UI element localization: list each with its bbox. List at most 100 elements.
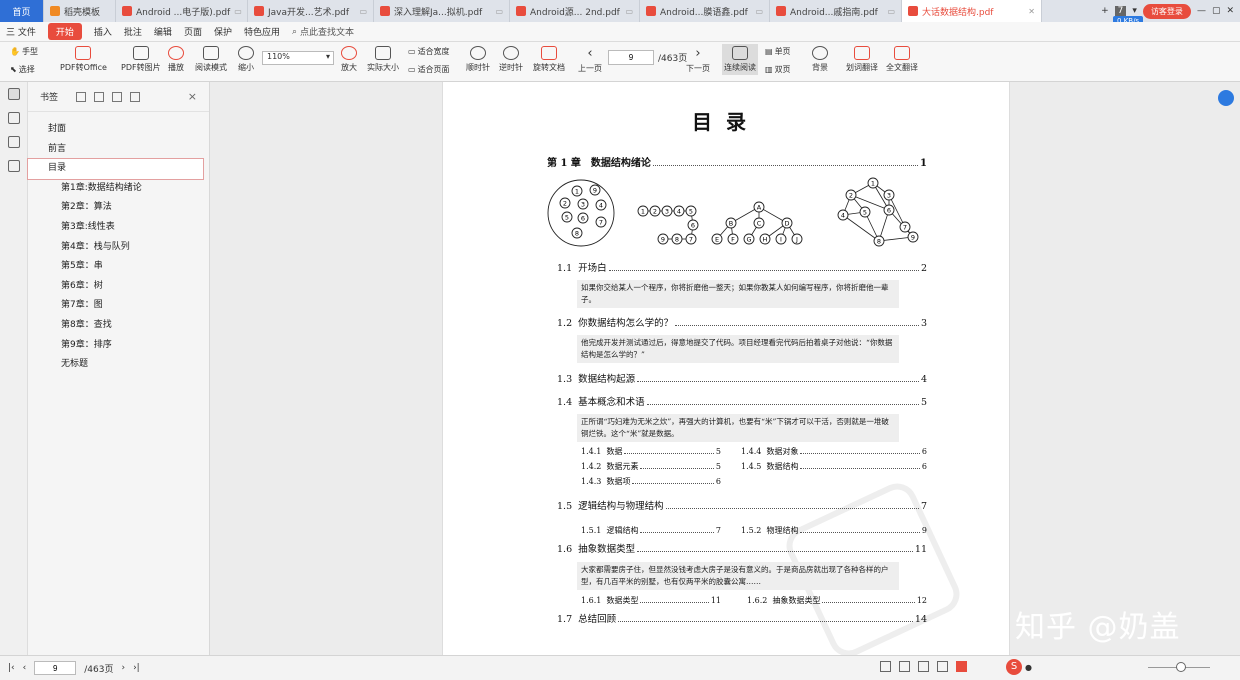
toc-sub-1-4-5[interactable]: 1.4.5 数据结构 6 (741, 461, 927, 472)
line-translate-button[interactable]: 划词翻译 (846, 46, 878, 73)
select-tool-button[interactable]: ⬉ 选择 (10, 64, 35, 75)
menu-annotate[interactable]: 批注 (124, 25, 142, 38)
prev-page-icon[interactable]: ‹ (23, 663, 27, 673)
tab-close-icon[interactable]: ▭ (234, 7, 242, 16)
bookmark-item[interactable]: 第1章:数据结构绪论 (28, 179, 209, 199)
toc-section-1-7[interactable]: 1.7 总结回顾 14 (557, 611, 927, 625)
play-view-icon[interactable] (956, 661, 967, 672)
toc-sub-1-4-2[interactable]: 1.4.2 数据元素 5 (581, 461, 721, 472)
bookmark-add-icon[interactable] (76, 91, 87, 102)
bookmark-item[interactable]: 封面 (28, 120, 209, 140)
attachment-icon[interactable] (7, 160, 20, 172)
actual-size-button[interactable]: 实际大小 (367, 46, 399, 73)
bookmark-item[interactable]: 第8章：查找 (28, 316, 209, 336)
close-window-icon[interactable]: ✕ (1226, 6, 1234, 16)
toc-sub-1-6-2[interactable]: 1.6.2 抽象数据类型 12 (747, 595, 927, 606)
assistant-float-icon[interactable] (1218, 90, 1234, 106)
bookmark-item[interactable]: 第4章：栈与队列 (28, 238, 209, 258)
tab-7[interactable]: Android...戚指南.pdf ▭ (770, 0, 902, 22)
toc-section-1-6[interactable]: 1.6 抽象数据类型 11 (557, 541, 927, 555)
bookmark-item[interactable]: 第6章：树 (28, 277, 209, 297)
fit-page-button[interactable]: ▭ 适合页面 (408, 64, 450, 75)
bookmark-settings-icon[interactable] (130, 91, 141, 102)
tab-2[interactable]: Android ...电子版).pdf ▭ (116, 0, 248, 22)
single-page-button[interactable]: ▤ 单页 (765, 46, 791, 57)
shrink-button[interactable]: 缩小 (238, 46, 254, 73)
sogou-icon[interactable]: S (1006, 659, 1022, 675)
menu-start[interactable]: 开始 (47, 23, 82, 40)
toc-sub-1-5-2[interactable]: 1.5.2 物理结构 9 (741, 525, 927, 536)
ime-mic-icon[interactable]: ● (1025, 663, 1032, 672)
page-number-input[interactable] (608, 50, 654, 65)
next-page-icon[interactable]: › (121, 663, 125, 673)
pdf-to-image-button[interactable]: PDF转图片 (121, 46, 161, 73)
toc-sub-1-4-4[interactable]: 1.4.4 数据对象 6 (741, 446, 927, 457)
bookmark-item[interactable]: 第9章：排序 (28, 336, 209, 356)
bookmark-collapse-icon[interactable] (112, 91, 123, 102)
menu-file[interactable]: 三 文件 (6, 25, 36, 38)
visitor-login-button[interactable]: 访客登录 (1142, 3, 1191, 19)
toc-section-1-1[interactable]: 1.1 开场白 2 (557, 260, 927, 274)
status-page-input[interactable] (34, 661, 77, 675)
book-view-icon[interactable] (937, 661, 948, 672)
rotate-cw-button[interactable]: 顺时针 (466, 46, 490, 73)
bookmark-item[interactable]: 第2章：算法 (28, 198, 209, 218)
background-button[interactable]: 背景 (812, 46, 828, 73)
next-page-button[interactable]: › 下一页 (686, 46, 710, 74)
toc-section-1-4[interactable]: 1.4 基本概念和术语 5 (557, 394, 927, 408)
menu-insert[interactable]: 插入 (94, 25, 112, 38)
tab-close-icon[interactable]: ✕ (1028, 7, 1035, 16)
tab-close-icon[interactable]: ▭ (359, 7, 367, 16)
thumbnail-icon[interactable] (7, 112, 20, 124)
menu-protect[interactable]: 保护 (214, 25, 232, 38)
menu-page[interactable]: 页面 (184, 25, 202, 38)
annotation-icon[interactable] (7, 136, 20, 148)
bookmark-item[interactable]: 前言 (28, 140, 209, 160)
bookmark-item[interactable]: 目录 (27, 158, 204, 180)
rotate-doc-button[interactable]: 旋转文档 (533, 46, 565, 73)
bookmark-item[interactable]: 第3章:线性表 (28, 218, 209, 238)
rotate-ccw-button[interactable]: 逆时针 (499, 46, 523, 73)
read-mode-button[interactable]: 阅读模式 (195, 46, 227, 73)
double-page-button[interactable]: ▥ 双页 (765, 64, 791, 75)
enlarge-button[interactable]: 放大 (341, 46, 357, 73)
close-icon[interactable]: × (188, 90, 197, 103)
bookmark-expand-icon[interactable] (94, 91, 105, 102)
menu-features[interactable]: 特色应用 (244, 25, 280, 38)
tab-1[interactable]: 稻壳模板 (44, 0, 116, 22)
menu-search[interactable]: ⌕ 点此查找文本 (292, 25, 354, 39)
new-tab-icon[interactable]: + (1101, 6, 1109, 16)
menu-edit[interactable]: 编辑 (154, 25, 172, 38)
last-page-icon[interactable]: ›| (133, 663, 140, 673)
toc-sub-1-4-3[interactable]: 1.4.3 数据项 6 (581, 476, 721, 487)
bookmark-item[interactable]: 第5章：串 (28, 257, 209, 277)
toc-sub-1-4-1[interactable]: 1.4.1 数据 5 (581, 446, 721, 457)
chevron-down-icon[interactable]: ▾ (1132, 6, 1137, 16)
toc-chapter-1[interactable]: 第 1 章 数据结构绪论 1 (547, 154, 927, 169)
minimize-icon[interactable]: — (1197, 6, 1206, 16)
tab-close-icon[interactable]: ▭ (495, 7, 503, 16)
tab-4[interactable]: 深入理解Ja...拟机.pdf ▭ (374, 0, 510, 22)
tab-3[interactable]: Java开发...艺术.pdf ▭ (248, 0, 374, 22)
page-view-icon[interactable] (918, 661, 929, 672)
bookmark-item[interactable]: 第7章：图 (28, 296, 209, 316)
bookmark-item[interactable]: 无标题 (28, 355, 209, 375)
tab-5[interactable]: Android源... 2nd.pdf ▭ (510, 0, 640, 22)
continuous-read-button[interactable]: 连续阅读 (722, 44, 758, 75)
toc-sub-1-6-1[interactable]: 1.6.1 数据类型 11 (581, 595, 721, 606)
toc-sub-1-5-1[interactable]: 1.5.1 逻辑结构 7 (581, 525, 721, 536)
full-translate-button[interactable]: 全文翻译 (886, 46, 918, 73)
tab-8[interactable]: 大话数据结构.pdf ✕ (902, 0, 1042, 22)
tab-close-icon[interactable]: ▭ (887, 7, 895, 16)
fit-width-button[interactable]: ▭ 适合宽度 (408, 46, 450, 57)
document-viewport[interactable]: 目录 第 1 章 数据结构绪论 1 123456789 123456789 ABC… (210, 82, 1240, 664)
eye-icon[interactable] (880, 661, 891, 672)
tab-0[interactable]: 首页 (0, 0, 44, 22)
zoom-select[interactable]: 110% ▾ (262, 51, 334, 65)
tab-count[interactable]: 7 (1114, 6, 1127, 16)
tab-close-icon[interactable]: ▭ (755, 7, 763, 16)
zoom-slider-knob[interactable] (1176, 662, 1186, 672)
single-view-icon[interactable] (899, 661, 910, 672)
tab-close-icon[interactable]: ▭ (625, 7, 633, 16)
toc-section-1-5[interactable]: 1.5 逻辑结构与物理结构 7 (557, 498, 927, 512)
